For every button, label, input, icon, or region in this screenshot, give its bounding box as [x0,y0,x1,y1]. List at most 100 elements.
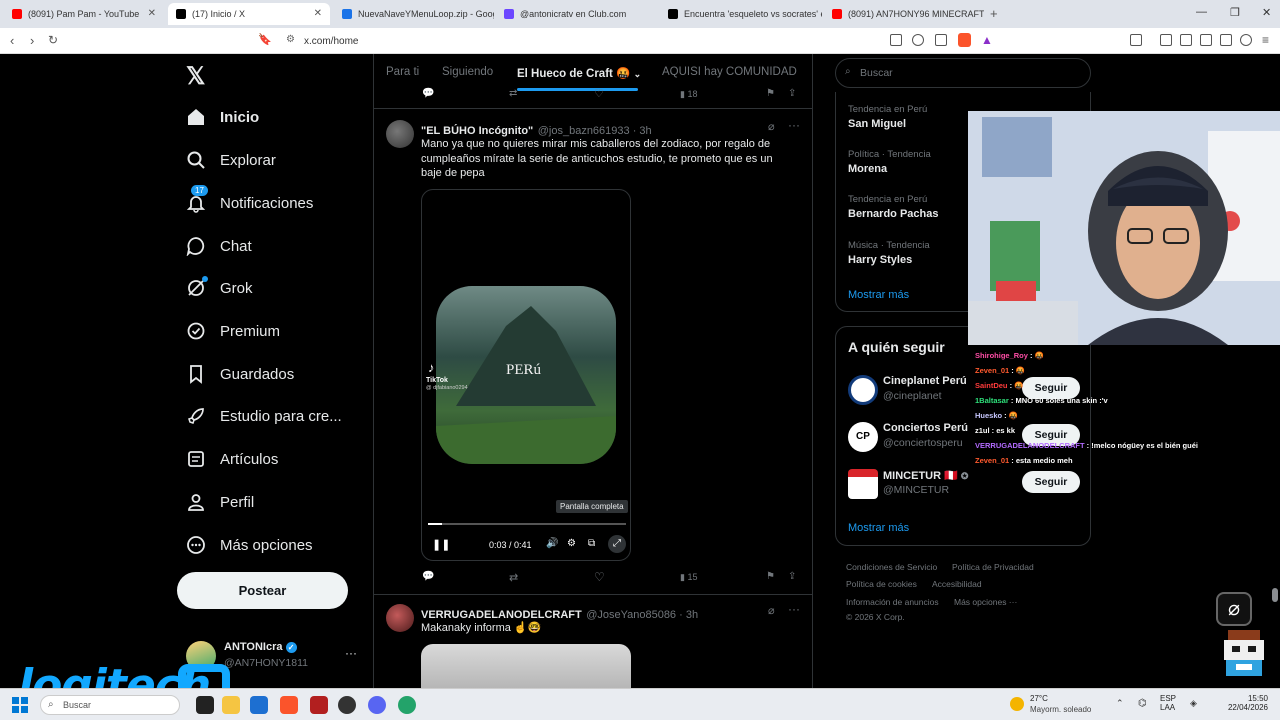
app-icon[interactable] [398,696,416,714]
nav-item-grok[interactable]: Grok [186,273,253,303]
scrollbar-thumb[interactable] [1272,588,1278,602]
footer-link[interactable]: Política de Privacidad [952,562,1034,572]
reply-icon[interactable]: 💬 [422,571,434,582]
browser-tab[interactable]: (8091) AN7HONY96 MINECRAFT STO [824,3,984,25]
nav-item-bookmarks[interactable]: Guardados [186,359,294,389]
nav-item-notifications[interactable]: 17 Notificaciones [186,185,313,218]
video-player[interactable]: PERú ♪ TikTok @ djfabiano0294 Pantalla c… [421,189,631,561]
follow-name[interactable]: Cineplanet Perú [883,375,967,387]
grok-explain-icon[interactable]: ⌀ [768,120,775,133]
tweet-author-name[interactable]: VERRUGADELANODELCRAFT [421,609,582,621]
language-indicator[interactable]: ESP LAA [1160,694,1176,712]
trend-item[interactable]: Morena [848,163,887,175]
trend-item[interactable]: Bernardo Pachas [848,208,938,220]
pause-icon[interactable]: ❚❚ [432,538,450,551]
avatar[interactable] [848,469,878,499]
store-icon[interactable] [250,696,268,714]
trend-item[interactable]: Harry Styles [848,254,912,266]
footer-link[interactable]: Condiciones de Servicio [846,562,937,572]
tweet-more-icon[interactable]: ··· [788,118,800,132]
close-tab-icon[interactable]: ✕ [148,8,156,19]
obs-icon[interactable] [338,696,356,714]
reader-icon[interactable] [1180,34,1192,46]
avatar[interactable] [848,375,878,405]
grok-floating-icon[interactable]: ⌀ [1216,592,1252,626]
reply-icon[interactable]: 💬 [422,88,434,99]
bookmark-icon[interactable]: ⚑ [766,571,775,582]
bookmark-page-icon[interactable]: 🔖 [258,33,272,46]
discord-icon[interactable] [368,696,386,714]
account-menu-icon[interactable]: ··· [345,646,357,660]
like-icon[interactable]: ♡ [594,87,604,100]
tab-aquisi-hay-comunidad[interactable]: AQUISI hay COMUNIDAD [662,66,797,78]
views-count[interactable]: ▮ 15 [680,572,697,583]
trend-item[interactable]: San Miguel [848,118,906,130]
brave-shield-icon[interactable] [958,33,971,47]
views-count[interactable]: ▮ 18 [680,89,697,100]
network-icon[interactable]: ◈ [1190,698,1197,709]
task-view-icon[interactable] [196,696,214,714]
share-icon[interactable] [935,34,947,46]
close-tab-icon[interactable]: ✕ [314,8,322,19]
browser-tab[interactable]: (8091) Pam Pam - YouTube ✕ [4,3,164,25]
brave-rewards-icon[interactable]: ▲ [981,33,993,47]
nav-item-creator-studio[interactable]: Estudio para cre... [186,401,342,431]
follow-name[interactable]: Conciertos Perú [883,422,968,434]
grok-explain-icon[interactable]: ⌀ [768,604,775,617]
nav-item-profile[interactable]: Perfil [186,487,254,517]
video-progress-track[interactable] [428,523,626,525]
account-name[interactable]: ANTONIcra ✓ [224,641,297,653]
new-tab-icon[interactable]: + [990,6,998,21]
tweet-more-icon[interactable]: ··· [788,602,800,616]
repost-icon[interactable]: ⇄ [509,88,517,99]
browser-tab[interactable]: NuevaNaveYMenuLoop.zip - Google [334,3,494,25]
restore-icon[interactable]: ❐ [1230,6,1240,19]
fullscreen-icon[interactable]: ⤢ [608,535,626,553]
share-icon[interactable]: ⇪ [788,88,796,99]
minimize-icon[interactable]: — [1196,6,1207,18]
nav-item-chat[interactable]: Chat [186,231,252,261]
brave-icon[interactable] [280,696,298,714]
avatar[interactable] [386,604,414,632]
file-explorer-icon[interactable] [222,696,240,714]
x-logo-icon[interactable]: 𝕏 [186,62,205,91]
clock[interactable]: 15:50 22/04/2026 [1226,694,1268,712]
tray-app-icon[interactable]: ⌬ [1138,698,1147,709]
weather-temp[interactable]: 27°C [1030,694,1048,703]
avatar[interactable] [386,120,414,148]
nav-item-explore[interactable]: Explorar [186,145,276,175]
tweet-author-handle[interactable]: @jos_bazn661933 · 3h [538,125,652,137]
tab-for-you[interactable]: Para ti [386,66,419,78]
settings-icon[interactable]: ⚙ [567,538,576,549]
site-info-icon[interactable]: ⚙ [286,34,295,45]
like-icon[interactable]: ♡ [594,570,605,584]
follow-button[interactable]: Seguir [1022,471,1080,493]
bookmark-icon[interactable]: ⚑ [766,88,775,99]
install-icon[interactable] [890,34,902,46]
show-more-link[interactable]: Mostrar más [848,289,909,301]
windows-start-icon[interactable] [12,697,28,713]
browser-tab-active[interactable]: (17) Inicio / X ✕ [168,3,330,25]
zoom-icon[interactable] [912,34,924,46]
footer-link[interactable]: Información de anuncios [846,597,939,607]
close-window-icon[interactable]: ✕ [1262,6,1271,19]
vpn-icon[interactable] [1240,34,1252,46]
tab-el-hueco-de-craft[interactable]: El Hueco de Craft 🤬 ⌄ [517,66,641,80]
avatar[interactable]: CP [848,422,878,452]
reload-icon[interactable]: ↻ [48,33,58,47]
volume-icon[interactable]: 🔊 [546,538,558,549]
nav-item-articles[interactable]: Artículos [186,444,278,474]
extensions-icon[interactable] [1200,34,1212,46]
music-icon[interactable] [1160,34,1172,46]
nav-item-premium[interactable]: Premium [186,316,280,346]
meter-app-icon[interactable] [310,696,328,714]
footer-link[interactable]: Más opciones ··· [954,597,1017,607]
follow-name[interactable]: MINCETUR 🇵🇪 ✪ [883,469,968,482]
back-icon[interactable]: ‹ [10,33,14,48]
footer-link[interactable]: Accesibilidad [932,579,982,589]
post-button[interactable]: Postear [177,572,348,609]
browser-tab[interactable]: @antonicratv en Club.com [496,3,656,25]
tweet-author-name[interactable]: "EL BÚHO Incógnito" [421,125,533,137]
footer-link[interactable]: Política de cookies [846,579,917,589]
tab-following[interactable]: Siguiendo [442,66,493,78]
